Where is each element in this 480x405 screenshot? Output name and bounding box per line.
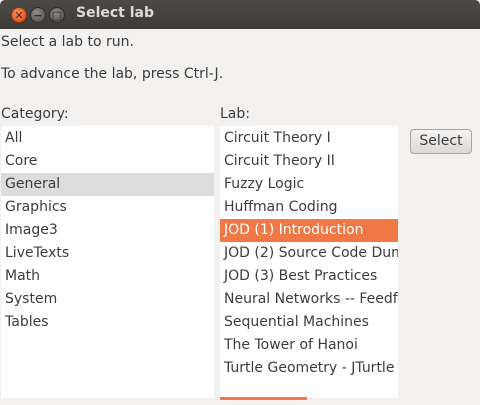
lab-list[interactable]: Circuit Theory I Circuit Theory II Fuzzy… xyxy=(220,126,398,398)
instruction-text-1: Select a lab to run. xyxy=(1,34,134,50)
lab-item-fuzzy-logic[interactable]: Fuzzy Logic xyxy=(220,173,398,196)
lab-item-jod-best-practices[interactable]: JOD (3) Best Practices xyxy=(220,265,398,288)
lab-item-turtle-geometry[interactable]: Turtle Geometry - JTurtle Utilities xyxy=(220,357,398,380)
lab-item-neural-networks[interactable]: Neural Networks -- Feedforward xyxy=(220,288,398,311)
maximize-window-icon[interactable]: □ xyxy=(49,7,65,23)
category-item-livetexts[interactable]: LiveTexts xyxy=(1,242,214,265)
lab-item-jod-source-code-dump[interactable]: JOD (2) Source Code Dump xyxy=(220,242,398,265)
close-window-icon[interactable]: ✕ xyxy=(11,7,27,23)
lab-item-huffman-coding[interactable]: Huffman Coding xyxy=(220,196,398,219)
lab-label: Lab: xyxy=(220,106,250,122)
lab-item-sequential-machines[interactable]: Sequential Machines xyxy=(220,311,398,334)
category-item-system[interactable]: System xyxy=(1,288,214,311)
lab-item-tower-of-hanoi[interactable]: The Tower of Hanoi xyxy=(220,334,398,357)
category-item-graphics[interactable]: Graphics xyxy=(1,196,214,219)
window-title: Select lab xyxy=(76,5,155,21)
select-button[interactable]: Select xyxy=(410,129,472,154)
category-item-core[interactable]: Core xyxy=(1,150,214,173)
category-item-image3[interactable]: Image3 xyxy=(1,219,214,242)
minimize-window-icon[interactable]: − xyxy=(30,7,46,23)
category-item-general[interactable]: General xyxy=(1,173,214,196)
category-label: Category: xyxy=(1,106,69,122)
lab-item-circuit-theory-2[interactable]: Circuit Theory II xyxy=(220,150,398,173)
lab-item-circuit-theory-1[interactable]: Circuit Theory I xyxy=(220,127,398,150)
lab-item-jod-introduction[interactable]: JOD (1) Introduction xyxy=(220,219,398,242)
category-list[interactable]: All Core General Graphics Image3 LiveTex… xyxy=(1,126,214,398)
category-item-tables[interactable]: Tables xyxy=(1,311,214,334)
title-bar: ✕ − □ Select lab xyxy=(0,0,480,29)
instruction-text-2: To advance the lab, press Ctrl-J. xyxy=(1,66,224,82)
category-item-math[interactable]: Math xyxy=(1,265,214,288)
horizontal-scrollbar[interactable] xyxy=(220,397,307,400)
category-item-all[interactable]: All xyxy=(1,127,214,150)
